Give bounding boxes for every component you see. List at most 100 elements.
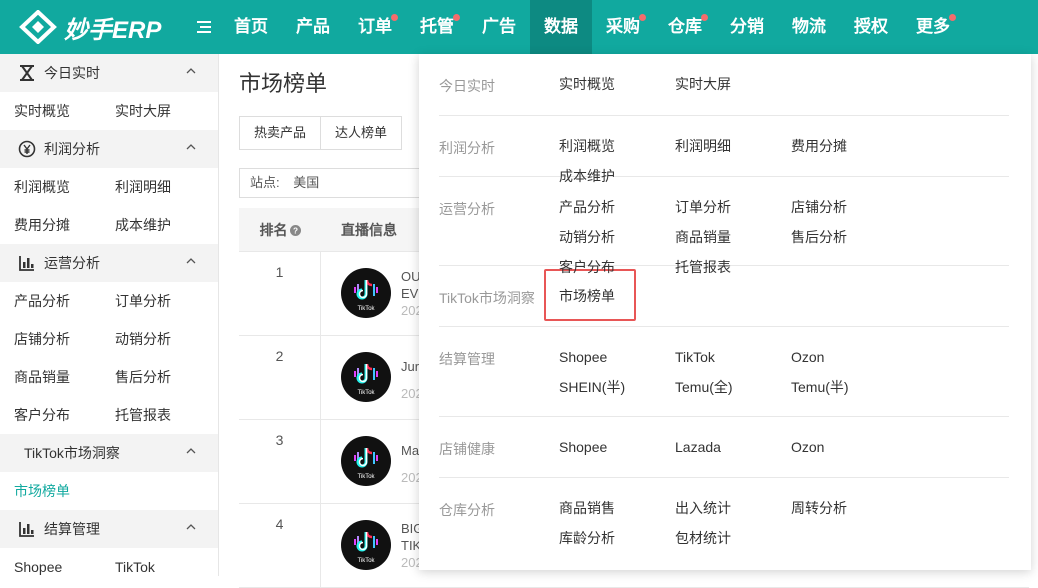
sidebar-item[interactable]: 费用分摊	[0, 215, 101, 235]
menu-item[interactable]: 周转分析	[791, 493, 907, 523]
sidebar-item[interactable]: 利润明细	[101, 177, 202, 197]
menu-item[interactable]: SHEIN(半)	[559, 372, 675, 402]
sidebar-item[interactable]: 客户分布	[0, 405, 101, 425]
menu-group-5: 店铺健康 Shopee Lazada Ozon	[439, 417, 1009, 478]
chevron-up-icon[interactable]	[186, 446, 196, 456]
sidebar-item[interactable]: 实时概览	[0, 101, 101, 121]
menu-item[interactable]: 出入统计	[675, 493, 791, 523]
notification-dot	[639, 14, 646, 21]
chevron-up-icon[interactable]	[186, 142, 196, 152]
rank-cell: 1	[239, 252, 321, 335]
sidebar-item[interactable]: TikTok	[101, 559, 202, 575]
menu-item[interactable]: 订单分析	[675, 192, 791, 222]
menu-group-label: 店铺健康	[439, 441, 495, 457]
nav-item-6[interactable]: 采购	[592, 0, 654, 54]
chevron-up-icon[interactable]	[186, 66, 196, 76]
menu-item[interactable]: 利润概览	[559, 131, 675, 161]
sidebar-item[interactable]: 产品分析	[0, 291, 101, 311]
sidebar-row: 产品分析 订单分析	[0, 282, 218, 320]
nav-item-7[interactable]: 仓库	[654, 0, 716, 54]
nav-item-label: 仓库	[668, 17, 702, 36]
nav-item-9[interactable]: 物流	[778, 0, 840, 54]
nav-item-4[interactable]: 广告	[468, 0, 530, 54]
menu-item[interactable]: Temu(半)	[791, 372, 907, 402]
menu-group-items: Shopee Lazada Ozon	[559, 432, 1019, 462]
menu-item[interactable]: 费用分摊	[791, 131, 907, 161]
menu-group-label: 今日实时	[439, 78, 495, 94]
menu-item[interactable]: 商品销售	[559, 493, 675, 523]
menu-item[interactable]: 店铺分析	[791, 192, 907, 222]
sidebar-item[interactable]: 成本维护	[101, 215, 202, 235]
sidebar-item[interactable]: 动销分析	[101, 329, 202, 349]
sidebar-row: Shopee TikTok	[0, 548, 218, 576]
nav-item-5[interactable]: 数据	[530, 0, 592, 54]
menu-item[interactable]: 库龄分析	[559, 523, 675, 553]
sidebar-item[interactable]: 商品销量	[0, 367, 101, 387]
menu-item[interactable]: Shopee	[559, 342, 675, 372]
menu-item[interactable]: Ozon	[791, 432, 907, 462]
menu-item[interactable]: 商品销量	[675, 222, 791, 252]
notification-dot	[949, 14, 956, 21]
sidebar-row: 商品销量 售后分析	[0, 358, 218, 396]
bar-chart-icon	[18, 254, 36, 272]
sidebar-item[interactable]: Shopee	[0, 559, 101, 575]
menu-item[interactable]: Temu(全)	[675, 372, 791, 402]
nav-item-10[interactable]: 授权	[840, 0, 902, 54]
menu-item[interactable]: 动销分析	[559, 222, 675, 252]
sidebar-section-2[interactable]: 运营分析	[0, 244, 218, 282]
tiktok-logo-caption: TikTok	[357, 389, 375, 396]
menu-item[interactable]: 包材统计	[675, 523, 791, 553]
menu-item[interactable]: 产品分析	[559, 192, 675, 222]
app-logo[interactable]: 妙手ERP	[18, 10, 161, 44]
sidebar-section-1[interactable]: 利润分析	[0, 130, 218, 168]
sidebar-item[interactable]: 市场榜单	[0, 481, 101, 501]
menu-item[interactable]: 市场榜单	[559, 281, 675, 311]
menu-item[interactable]: Lazada	[675, 432, 791, 462]
nav-item-1[interactable]: 产品	[282, 0, 344, 54]
menu-toggle-icon[interactable]	[194, 17, 214, 37]
tiktok-logo-icon: TikTok	[341, 520, 391, 570]
nav-item-label: 分销	[730, 17, 764, 36]
sidebar-item[interactable]: 店铺分析	[0, 329, 101, 349]
menu-group-items: 实时概览 实时大屏	[559, 69, 1019, 99]
tab-creator-ranking[interactable]: 达人榜单	[321, 117, 402, 149]
menu-group-3: TikTok市场洞察 市场榜单	[439, 266, 1009, 327]
site-filter-label: 站点:	[250, 175, 280, 190]
logo-text: 妙手ERP	[64, 16, 162, 44]
menu-item[interactable]: 售后分析	[791, 222, 907, 252]
nav-item-2[interactable]: 订单	[344, 0, 406, 54]
sidebar: 今日实时 实时概览 实时大屏 利润分析 利润概览 利润明细 费用分摊 成本维护 运营分析 产品分析…	[0, 54, 219, 576]
menu-item[interactable]: TikTok	[675, 342, 791, 372]
help-icon[interactable]: ?	[289, 225, 301, 237]
sidebar-section-title: TikTok市场洞察	[24, 445, 120, 461]
clock-icon	[18, 64, 36, 82]
menu-item[interactable]: Ozon	[791, 342, 907, 372]
data-menu-dropdown: 今日实时 实时概览 实时大屏 利润分析 利润概览 利润明细 费用分摊 成本维护 运营分析 产品分析…	[419, 54, 1031, 570]
tiktok-logo-icon: TikTok	[341, 268, 391, 318]
sidebar-section-3[interactable]: TikTok市场洞察	[0, 434, 218, 472]
menu-item[interactable]: 实时大屏	[675, 69, 791, 99]
sidebar-item[interactable]: 订单分析	[101, 291, 202, 311]
sidebar-section-0[interactable]: 今日实时	[0, 54, 218, 92]
tab-hot-products[interactable]: 热卖产品	[240, 117, 322, 149]
nav-item-3[interactable]: 托管	[406, 0, 468, 54]
site-filter-value: 美国	[293, 175, 320, 190]
chevron-up-icon[interactable]	[186, 522, 196, 532]
svg-text:?: ?	[292, 227, 297, 236]
nav-item-8[interactable]: 分销	[716, 0, 778, 54]
nav-item-label: 物流	[792, 17, 826, 36]
menu-item[interactable]: Shopee	[559, 432, 675, 462]
sidebar-item[interactable]: 实时大屏	[101, 101, 202, 121]
sidebar-row: 客户分布 托管报表	[0, 396, 218, 434]
nav-item-0[interactable]: 首页	[220, 0, 282, 54]
chevron-up-icon[interactable]	[186, 256, 196, 266]
sidebar-item[interactable]: 托管报表	[101, 405, 202, 425]
sidebar-item[interactable]: 利润概览	[0, 177, 101, 197]
yen-icon	[18, 140, 36, 158]
sidebar-section-4[interactable]: 结算管理	[0, 510, 218, 548]
menu-item[interactable]: 利润明细	[675, 131, 791, 161]
sidebar-item[interactable]: 售后分析	[101, 367, 202, 387]
menu-item[interactable]: 实时概览	[559, 69, 675, 99]
nav-item-11[interactable]: 更多	[902, 0, 964, 54]
sidebar-row: 利润概览 利润明细	[0, 168, 218, 206]
